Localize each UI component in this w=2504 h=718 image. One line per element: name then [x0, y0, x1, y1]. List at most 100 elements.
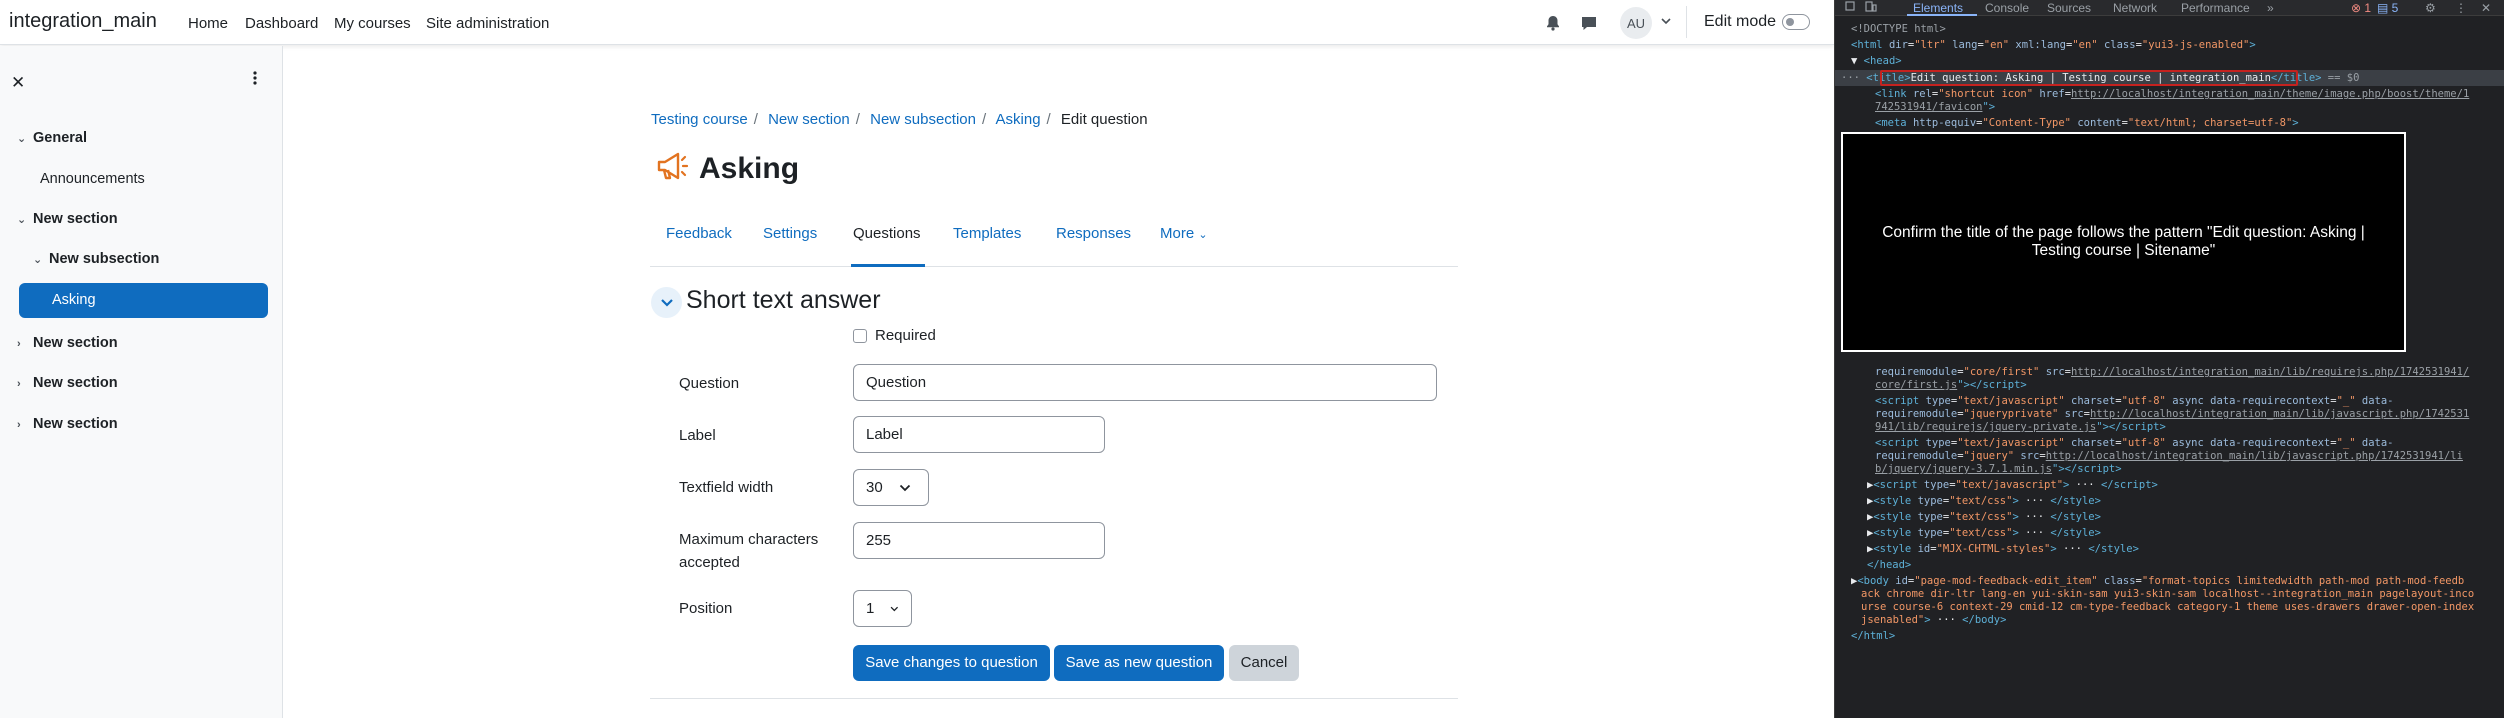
chevron-down-icon — [890, 606, 899, 611]
dom-script-requirejs[interactable]: requiremodule="core/first" src=http://lo… — [1875, 366, 2469, 379]
more-vertical-icon[interactable] — [252, 70, 258, 91]
label-label: Label — [679, 427, 716, 444]
dom-style-node[interactable]: ▶<style type="text/css"> ··· </style> — [1867, 511, 2101, 524]
close-icon[interactable]: ✕ — [2481, 1, 2491, 15]
course-index-section-new-section[interactable]: › New section — [17, 416, 118, 432]
cancel-button[interactable]: Cancel — [1229, 645, 1299, 681]
nav-link-my-courses[interactable]: My courses — [334, 15, 411, 32]
required-checkbox[interactable] — [853, 329, 867, 343]
save-changes-button[interactable]: Save changes to question — [853, 645, 1050, 681]
course-index-item-announcements[interactable]: Announcements — [40, 171, 145, 187]
dom-head-node[interactable]: ▼ <head> — [1851, 55, 1902, 68]
dom-html-close[interactable]: </html> — [1851, 630, 1895, 643]
dom-style-mjx-node[interactable]: ▶<style id="MJX-CHTML-styles"> ··· </sty… — [1867, 543, 2139, 556]
chevron-right-icon[interactable]: › — [17, 419, 33, 431]
dom-body-node-cont3[interactable]: jsenabled"> ··· </body> — [1861, 614, 2006, 627]
dom-script-jquery[interactable]: <script type="text/javascript" charset="… — [1875, 437, 2393, 450]
textfield-width-select[interactable]: 30 — [853, 469, 929, 506]
devtools-tab-network[interactable]: Network — [2113, 1, 2157, 15]
dom-style-node[interactable]: ▶<style type="text/css"> ··· </style> — [1867, 527, 2101, 540]
avatar[interactable]: AU — [1620, 7, 1652, 39]
tab-settings[interactable]: Settings — [763, 220, 817, 267]
tab-questions[interactable]: Questions — [851, 220, 925, 267]
chevron-right-icon[interactable]: › — [17, 338, 33, 350]
textfield-width-label: Textfield width — [679, 479, 774, 496]
position-select[interactable]: 1 — [853, 590, 912, 627]
close-icon[interactable]: ✕ — [11, 73, 25, 93]
moodle-app: integration_main Home Dashboard My cours… — [0, 0, 1834, 718]
device-toolbar-icon[interactable] — [1865, 1, 1877, 15]
edit-mode-label: Edit mode — [1704, 13, 1777, 30]
position-label: Position — [679, 600, 733, 617]
nav-link-site-administration[interactable]: Site administration — [426, 15, 549, 32]
question-label: Question — [679, 375, 740, 392]
message-count-badge[interactable]: ▤ 5 — [2377, 1, 2398, 15]
instruction-overlay: Confirm the title of the page follows th… — [1841, 132, 2406, 352]
chevron-down-icon[interactable] — [1660, 14, 1672, 32]
dom-doctype[interactable]: <!DOCTYPE html> — [1851, 23, 1946, 36]
devtools-tab-elements[interactable]: Elements — [1913, 1, 1963, 15]
nav-link-dashboard[interactable]: Dashboard — [245, 15, 318, 32]
tab-responses[interactable]: Responses — [1056, 220, 1131, 267]
breadcrumb-link[interactable]: New section — [768, 111, 850, 128]
devtools-tab-performance[interactable]: Performance — [2181, 1, 2250, 15]
chevron-down-icon[interactable]: ⌄ — [33, 253, 49, 266]
dom-meta-node[interactable]: <meta http-equiv="Content-Type" content=… — [1875, 117, 2299, 130]
devtools-tab-console[interactable]: Console — [1985, 1, 2029, 15]
dom-script-jquery-private-cont[interactable]: requiremodule="jqueryprivate" src=http:/… — [1875, 408, 2469, 421]
collapse-section-button[interactable] — [651, 287, 682, 318]
max-chars-input[interactable]: 255 — [853, 522, 1105, 559]
error-count-badge[interactable]: ⊗ 1 — [2351, 1, 2371, 15]
course-index-item-asking[interactable]: Asking — [19, 283, 268, 318]
course-index-section-general[interactable]: ⌄ General — [17, 130, 87, 146]
dom-head-close[interactable]: </head> — [1867, 559, 1911, 572]
feedback-megaphone-icon — [655, 151, 689, 186]
page-header: Asking — [655, 151, 799, 186]
label-input[interactable]: Label — [853, 416, 1105, 453]
breadcrumb-link[interactable]: Testing course — [651, 111, 748, 128]
site-name[interactable]: integration_main — [9, 10, 157, 33]
tab-more[interactable]: More ⌄ — [1160, 220, 1208, 267]
inspect-icon[interactable] — [1845, 1, 1856, 15]
dom-script-jquery-private-cont2[interactable]: 941/lib/requirejs/jquery-private.js"></s… — [1875, 421, 2166, 434]
chevron-right-icon[interactable]: › — [17, 378, 33, 390]
message-icon[interactable] — [1578, 12, 1600, 34]
nav-link-home[interactable]: Home — [188, 15, 228, 32]
dom-script-requirejs-cont[interactable]: core/first.js"></script> — [1875, 379, 2027, 392]
course-index-section-new-section[interactable]: › New section — [17, 375, 118, 391]
breadcrumb-link[interactable]: New subsection — [870, 111, 976, 128]
more-vertical-icon[interactable]: ⋮ — [2455, 1, 2467, 15]
dom-html-node[interactable]: <html dir="ltr" lang="en" xml:lang="en" … — [1851, 39, 2256, 52]
dom-script-jquery-cont[interactable]: requiremodule="jquery" src=http://localh… — [1875, 450, 2463, 463]
course-index-section-new-section[interactable]: ⌄ New section — [17, 211, 118, 227]
dom-body-node-cont[interactable]: ack chrome dir-ltr lang-en yui-skin-sam … — [1861, 588, 2474, 601]
gear-icon[interactable]: ⚙ — [2425, 1, 2436, 15]
devtools-tab-sources[interactable]: Sources — [2047, 1, 2091, 15]
instruction-text: Confirm the title of the page follows th… — [1882, 224, 2365, 259]
breadcrumb-link[interactable]: Asking — [996, 111, 1041, 128]
dom-link-favicon-cont[interactable]: 742531941/favicon"> — [1875, 101, 1995, 114]
dom-link-favicon[interactable]: <link rel="shortcut icon" href=http://lo… — [1875, 88, 2469, 101]
course-index-subsection-new-subsection[interactable]: ⌄ New subsection — [33, 251, 159, 267]
dom-script-jquery-private[interactable]: <script type="text/javascript" charset="… — [1875, 395, 2393, 408]
chevron-down-icon — [899, 484, 910, 491]
chevron-down-icon: ⌄ — [1198, 229, 1208, 241]
save-as-new-button[interactable]: Save as new question — [1054, 645, 1224, 681]
dom-style-node[interactable]: ▶<style type="text/css"> ··· </style> — [1867, 495, 2101, 508]
more-tabs-icon[interactable]: » — [2267, 1, 2274, 15]
top-navbar: integration_main Home Dashboard My cours… — [0, 0, 1834, 45]
dom-script-node[interactable]: ▶<script type="text/javascript"> ··· </s… — [1867, 479, 2158, 492]
required-label: Required — [875, 327, 936, 344]
chevron-down-icon[interactable]: ⌄ — [17, 213, 33, 226]
dom-body-node-cont2[interactable]: urse course-6 context-29 cmid-12 cm-type… — [1861, 601, 2474, 614]
chevron-down-icon[interactable]: ⌄ — [17, 132, 33, 145]
dom-body-node[interactable]: ▶<body id="page-mod-feedback-edit_item" … — [1851, 575, 2464, 588]
course-index-section-new-section[interactable]: › New section — [17, 335, 118, 351]
bell-icon[interactable] — [1542, 12, 1564, 34]
edit-mode-toggle[interactable] — [1782, 14, 1810, 30]
question-input[interactable]: Question — [853, 364, 1437, 401]
course-index-drawer: ✕ ⌄ General Announcements ⌄ New section ⌄ N… — [0, 46, 283, 718]
tab-templates[interactable]: Templates — [953, 220, 1021, 267]
dom-script-jquery-cont2[interactable]: b/jquery/jquery-3.7.1.min.js"></script> — [1875, 463, 2122, 476]
tab-feedback[interactable]: Feedback — [666, 220, 732, 267]
